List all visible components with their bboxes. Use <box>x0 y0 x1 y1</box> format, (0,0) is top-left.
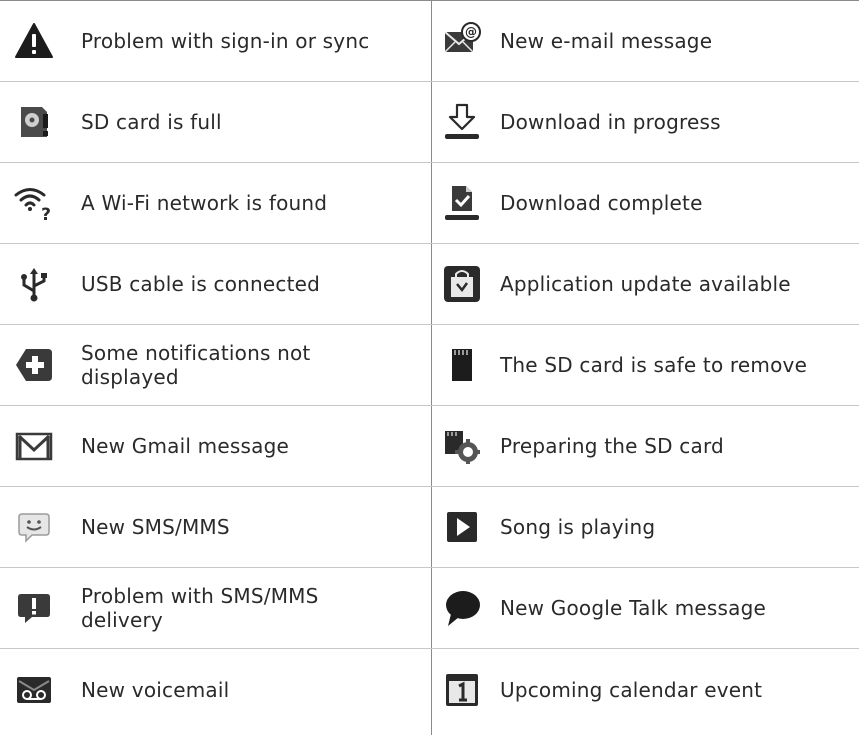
notification-icons-table: Problem with sign-in or sync @ New e-mai… <box>0 0 859 735</box>
table-cell: Problem with sign-in or sync <box>0 1 431 81</box>
cell-label: The SD card is safe to remove <box>500 353 808 377</box>
plus-notification-icon <box>14 345 54 385</box>
table-cell: New SMS/MMS <box>0 487 431 567</box>
cell-label: USB cable is connected <box>81 272 321 296</box>
download-arrow-icon <box>442 102 482 142</box>
download-complete-icon <box>442 183 482 223</box>
table-cell: Application update available <box>431 244 859 324</box>
table-cell: The SD card is safe to remove <box>431 325 859 405</box>
cell-label: Problem with SMS/MMS delivery <box>81 584 319 632</box>
table-cell: New voicemail <box>0 649 431 730</box>
table-row: Problem with sign-in or sync @ New e-mai… <box>0 1 859 82</box>
table-row: Problem with SMS/MMS delivery New Google… <box>0 568 859 649</box>
sd-card-gear-icon <box>442 426 482 466</box>
cell-label: New Gmail message <box>81 434 289 458</box>
voicemail-icon <box>14 670 54 710</box>
wifi-question-icon: ? <box>14 183 54 223</box>
sms-smiley-icon <box>14 507 54 547</box>
table-cell: Preparing the SD card <box>431 406 859 486</box>
table-row: ? A Wi-Fi network is found Download comp… <box>0 163 859 244</box>
cell-label: New SMS/MMS <box>81 515 230 539</box>
cell-label: SD card is full <box>81 110 222 134</box>
cell-label: New e-mail message <box>500 29 713 53</box>
table-row: New Gmail message Preparing the SD card <box>0 406 859 487</box>
cell-label: Upcoming calendar event <box>500 677 763 702</box>
play-icon <box>442 507 482 547</box>
table-cell: New Google Talk message <box>431 568 859 648</box>
table-cell: New Gmail message <box>0 406 431 486</box>
talk-bubble-icon <box>442 588 482 628</box>
svg-text:?: ? <box>41 205 51 223</box>
table-row: New SMS/MMS Song is playing <box>0 487 859 568</box>
cell-label: A Wi-Fi network is found <box>81 191 328 215</box>
table-cell: Download in progress <box>431 82 859 162</box>
table-cell: Song is playing <box>431 487 859 567</box>
app-update-bag-icon <box>442 264 482 304</box>
cell-label: Song is playing <box>500 515 656 539</box>
cell-label: Application update available <box>500 272 791 296</box>
table-cell: ? A Wi-Fi network is found <box>0 163 431 243</box>
usb-icon <box>14 264 54 304</box>
table-cell: USB cable is connected <box>0 244 431 324</box>
cell-label: Download complete <box>500 191 703 215</box>
sms-error-icon <box>14 588 54 628</box>
sd-card-full-icon <box>14 102 54 142</box>
cell-label: Preparing the SD card <box>500 434 724 458</box>
table-row: USB cable is connected Application updat… <box>0 244 859 325</box>
sd-card-icon <box>442 345 482 385</box>
table-row: SD card is full Download in progress <box>0 82 859 163</box>
cell-label: Download in progress <box>500 110 721 134</box>
table-cell: SD card is full <box>0 82 431 162</box>
gmail-icon <box>14 426 54 466</box>
table-cell: @ New e-mail message <box>431 1 859 81</box>
table-cell: Some notifications not displayed <box>0 325 431 405</box>
table-row: Some notifications not displayed The SD … <box>0 325 859 406</box>
cell-label: Some notifications not displayed <box>81 341 311 389</box>
warning-triangle-icon <box>14 21 54 61</box>
svg-text:@: @ <box>465 25 477 39</box>
cell-label: New Google Talk message <box>500 596 767 620</box>
calendar-icon <box>442 670 482 710</box>
cell-label: New voicemail <box>81 677 230 702</box>
table-cell: Upcoming calendar event <box>431 649 859 730</box>
table-row: New voicemail Upcoming calendar event <box>0 649 859 730</box>
cell-label: Problem with sign-in or sync <box>81 29 370 53</box>
table-cell: Problem with SMS/MMS delivery <box>0 568 431 648</box>
table-cell: Download complete <box>431 163 859 243</box>
email-at-icon: @ <box>442 21 482 61</box>
